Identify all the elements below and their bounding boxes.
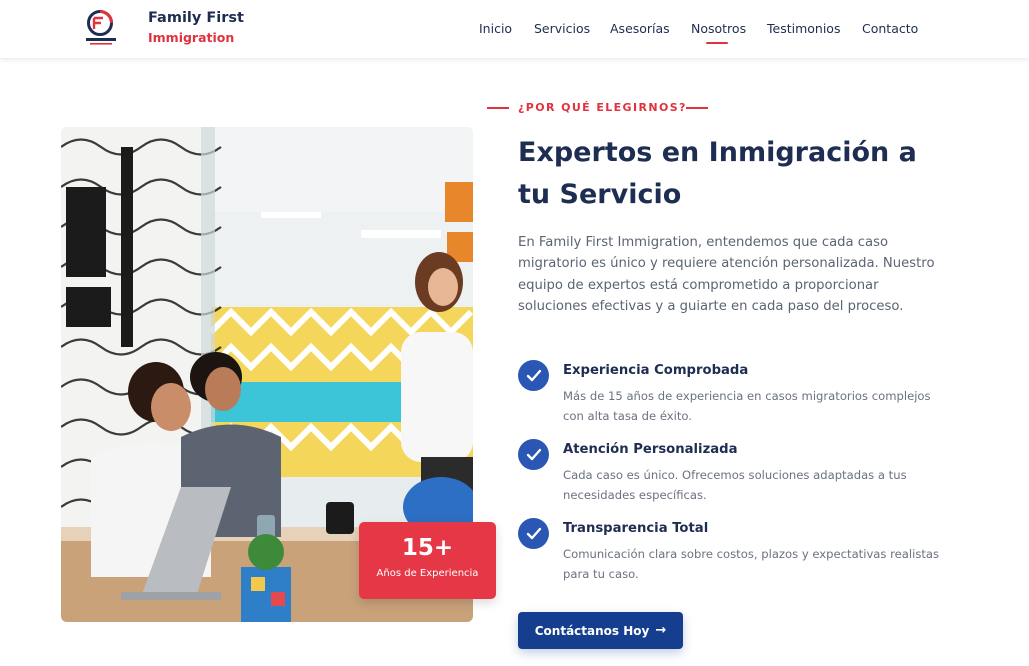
experience-badge: 15+ Años de Experiencia bbox=[359, 522, 496, 599]
brand-name: Family First bbox=[148, 10, 244, 26]
check-icon bbox=[518, 518, 549, 549]
logo[interactable] bbox=[83, 9, 119, 47]
check-icon bbox=[518, 439, 549, 470]
logo-emblem-icon bbox=[86, 10, 116, 45]
feature-description: Cada caso es único. Ofrecemos soluciones… bbox=[563, 468, 907, 502]
check-icon bbox=[518, 360, 549, 391]
contact-cta-label: Contáctanos Hoy bbox=[534, 623, 650, 638]
section-lead: En Family First Immigration, entendemos … bbox=[518, 235, 935, 314]
nav-contacto[interactable]: Contacto bbox=[862, 21, 918, 36]
feature-title: Experiencia Comprobada bbox=[563, 363, 749, 378]
nav-inicio[interactable]: Inicio bbox=[479, 21, 512, 36]
contact-cta-button[interactable]: Contáctanos Hoy → bbox=[518, 612, 683, 649]
site-header: Family First Immigration Inicio Servicio… bbox=[0, 0, 1029, 59]
eyebrow-line-right bbox=[686, 107, 708, 109]
section-title: Expertos en Inmigración a tu Servicio bbox=[518, 137, 917, 210]
nav-active-indicator bbox=[706, 42, 728, 44]
feature-description: Más de 15 años de experiencia en casos m… bbox=[563, 389, 931, 423]
arrow-right-icon: → bbox=[655, 623, 667, 638]
feature-title: Atención Personalizada bbox=[563, 442, 738, 457]
nav-nosotros[interactable]: Nosotros bbox=[691, 21, 746, 36]
experience-number: 15+ bbox=[401, 535, 454, 561]
nav-asesorias[interactable]: Asesorías bbox=[610, 21, 670, 36]
section-eyebrow: ¿POR QUÉ ELEGIRNOS? bbox=[518, 101, 687, 114]
feature-description: Comunicación clara sobre costos, plazos … bbox=[563, 547, 940, 581]
feature-title: Transparencia Total bbox=[563, 521, 709, 536]
nav-servicios[interactable]: Servicios bbox=[534, 21, 590, 36]
brand-subname: Immigration bbox=[148, 30, 235, 45]
eyebrow-line-left bbox=[487, 107, 509, 109]
nav-testimonios[interactable]: Testimonios bbox=[767, 21, 840, 36]
experience-label: Años de Experiencia bbox=[376, 568, 479, 579]
